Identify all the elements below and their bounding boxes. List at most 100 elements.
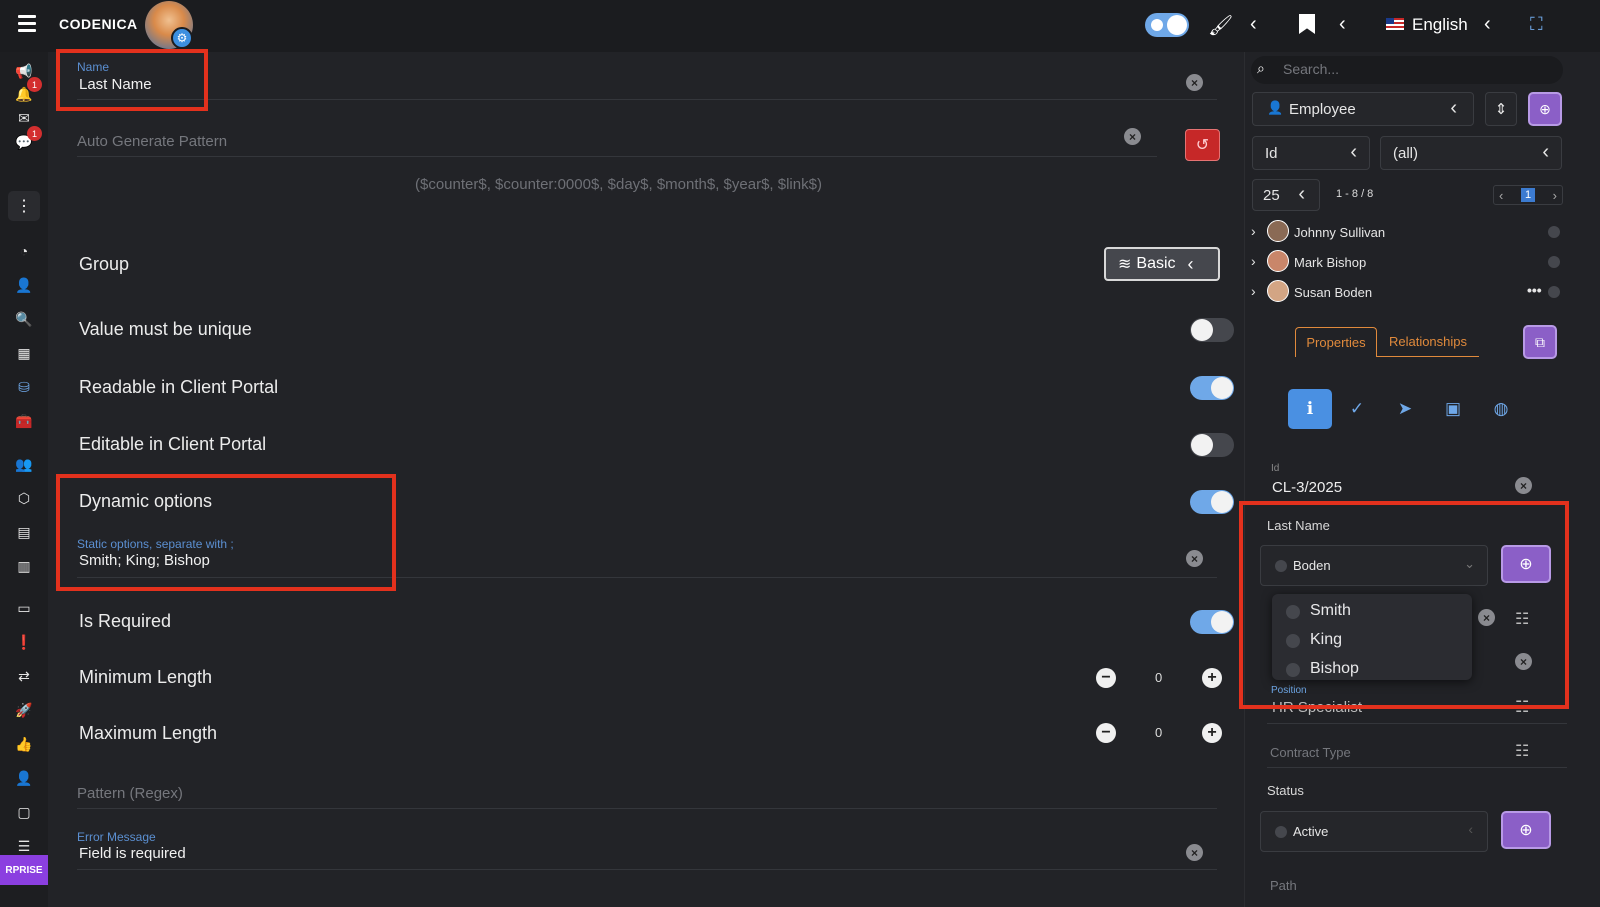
min-increment-button[interactable]: + — [1202, 668, 1222, 688]
bookmark-icon[interactable] — [1299, 14, 1315, 34]
status-label: Status — [1267, 783, 1304, 798]
brand-logo: CODENICA — [59, 16, 138, 32]
record-name: Mark Bishop — [1294, 255, 1367, 270]
more-options-icon[interactable]: ••• — [1527, 282, 1542, 298]
location-arrow-icon[interactable]: ➤ — [1383, 389, 1427, 429]
globe-icon[interactable]: ◍ — [1479, 389, 1523, 429]
reset-pattern-button[interactable]: ↺ — [1185, 129, 1220, 161]
users-icon[interactable]: 👥 — [14, 454, 34, 474]
search-input[interactable]: Search... — [1283, 61, 1339, 77]
min-decrement-button[interactable]: − — [1096, 668, 1116, 688]
prev-page-icon[interactable]: ‹ — [1499, 188, 1503, 203]
add-status-button[interactable]: ⊕ — [1501, 811, 1551, 849]
ticket-icon[interactable]: ▭ — [14, 598, 34, 618]
chevron-left-icon[interactable]: ‹ — [1484, 13, 1491, 36]
paint-brush-icon[interactable]: 🖌 — [1208, 13, 1233, 38]
theme-toggle[interactable] — [1145, 13, 1189, 37]
file-icon[interactable]: ▤ — [14, 522, 34, 542]
page-size-select[interactable]: 25 ‹ — [1252, 179, 1320, 211]
thumbs-up-icon[interactable]: 👍 — [14, 734, 34, 754]
user-check-icon[interactable]: 👤 — [14, 768, 34, 788]
list-item[interactable]: › Johnny Sullivan — [1249, 217, 1600, 247]
sort-button[interactable]: ⇕ — [1485, 92, 1517, 126]
settings-gear-icon[interactable]: ⚙ — [171, 27, 193, 49]
user-icon[interactable]: 👤 — [14, 275, 34, 295]
max-decrement-button[interactable]: − — [1096, 723, 1116, 743]
group-select[interactable]: ≋ Basic ‹ — [1104, 247, 1220, 281]
copy-button[interactable]: ⧉ — [1523, 325, 1557, 359]
min-length-value[interactable]: 0 — [1155, 670, 1162, 685]
more-menu-button[interactable]: ⋮ — [8, 191, 40, 221]
current-page[interactable]: 1 — [1520, 188, 1536, 202]
dynamic-options-toggle[interactable] — [1190, 490, 1234, 514]
filter-value-select[interactable]: (all) ‹ — [1380, 136, 1562, 170]
add-record-button[interactable]: ⊕ — [1528, 92, 1562, 126]
database-icon[interactable]: ⛁ — [14, 377, 34, 397]
highlight-last-name — [1239, 501, 1569, 709]
chevron-left-icon[interactable]: ‹ — [1339, 13, 1346, 36]
expand-icon[interactable]: › — [1251, 253, 1256, 269]
next-page-icon[interactable]: › — [1553, 188, 1557, 203]
message-badge: 1 — [27, 126, 42, 141]
max-increment-button[interactable]: + — [1202, 723, 1222, 743]
exchange-icon[interactable]: ⇄ — [14, 666, 34, 686]
search-icon[interactable]: 🔍 — [14, 309, 34, 329]
group-label: Group — [79, 254, 130, 274]
language-label[interactable]: English — [1412, 15, 1468, 35]
unique-toggle[interactable] — [1190, 318, 1234, 342]
contract-type-field[interactable]: Contract Type — [1270, 745, 1351, 760]
list-icon[interactable]: ☰ — [14, 836, 34, 856]
cubes-icon[interactable]: ⬡ — [14, 488, 34, 508]
menu-icon[interactable] — [18, 15, 36, 32]
building-icon[interactable]: ▥ — [14, 556, 34, 576]
alert-icon[interactable]: ❗ — [14, 632, 34, 652]
filter-field-value: Id — [1265, 145, 1278, 162]
clear-id-icon[interactable]: × — [1515, 477, 1532, 494]
toolbox-icon[interactable]: 🧰 — [14, 411, 34, 431]
expand-icon[interactable]: › — [1251, 283, 1256, 299]
calendar-icon[interactable]: ▦ — [14, 343, 34, 363]
status-dot — [1548, 226, 1560, 238]
field-editor: Name Last Name × Auto Generate Pattern ×… — [48, 49, 1244, 907]
entity-select[interactable]: 👤 Employee ‹ — [1252, 92, 1474, 126]
auto-pattern-input[interactable]: Auto Generate Pattern — [77, 133, 227, 150]
user-avatar[interactable]: ⚙ — [145, 1, 193, 49]
list-item[interactable]: › Mark Bishop — [1249, 247, 1600, 277]
layers-icon: ≋ — [1118, 256, 1132, 273]
image-icon[interactable]: ▣ — [1431, 389, 1475, 429]
chevron-left-icon: ‹ — [1450, 97, 1457, 119]
expand-icon[interactable]: › — [1251, 223, 1256, 239]
highlight-name — [56, 49, 208, 111]
error-message-label: Error Message — [77, 830, 156, 844]
list-icon[interactable]: ☷ — [1515, 741, 1529, 761]
path-field[interactable]: Path — [1270, 878, 1297, 893]
id-field[interactable]: CL-3/2025 — [1272, 479, 1342, 496]
tab-properties[interactable]: Properties — [1295, 327, 1377, 357]
clear-static-options-icon[interactable]: × — [1186, 550, 1203, 567]
check-icon[interactable]: ✓ — [1335, 389, 1379, 429]
list-item[interactable]: › Susan Boden ••• — [1249, 277, 1600, 307]
filter-field-select[interactable]: Id ‹ — [1252, 136, 1370, 170]
clear-pattern-icon[interactable]: × — [1124, 128, 1141, 145]
clear-error-message-icon[interactable]: × — [1186, 844, 1203, 861]
envelope-icon[interactable]: ✉ — [14, 108, 34, 128]
chevron-left-icon[interactable]: ‹ — [1250, 13, 1257, 36]
sitemap-icon[interactable]: ⛶ — [1530, 14, 1543, 35]
info-icon[interactable]: ℹ — [1288, 389, 1332, 429]
readable-toggle[interactable] — [1190, 376, 1234, 400]
clear-name-icon[interactable]: × — [1186, 74, 1203, 91]
record-range: 1 - 8 / 8 — [1336, 188, 1374, 200]
regex-input[interactable]: Pattern (Regex) — [77, 785, 183, 802]
dashboard-icon[interactable]: ◔ — [14, 241, 34, 261]
chevron-left-icon: ‹ — [1187, 253, 1194, 274]
note-icon[interactable]: ▢ — [14, 802, 34, 822]
editable-toggle[interactable] — [1190, 433, 1234, 457]
tab-relationships[interactable]: Relationships — [1377, 327, 1479, 357]
filter-value: (all) — [1393, 145, 1418, 162]
required-toggle[interactable] — [1190, 610, 1234, 634]
rocket-icon[interactable]: 🚀 — [14, 700, 34, 720]
record-name: Susan Boden — [1294, 285, 1373, 300]
max-length-value[interactable]: 0 — [1155, 725, 1162, 740]
status-select[interactable]: Active ‹ — [1260, 811, 1488, 852]
error-message-field[interactable]: Field is required — [79, 845, 186, 862]
